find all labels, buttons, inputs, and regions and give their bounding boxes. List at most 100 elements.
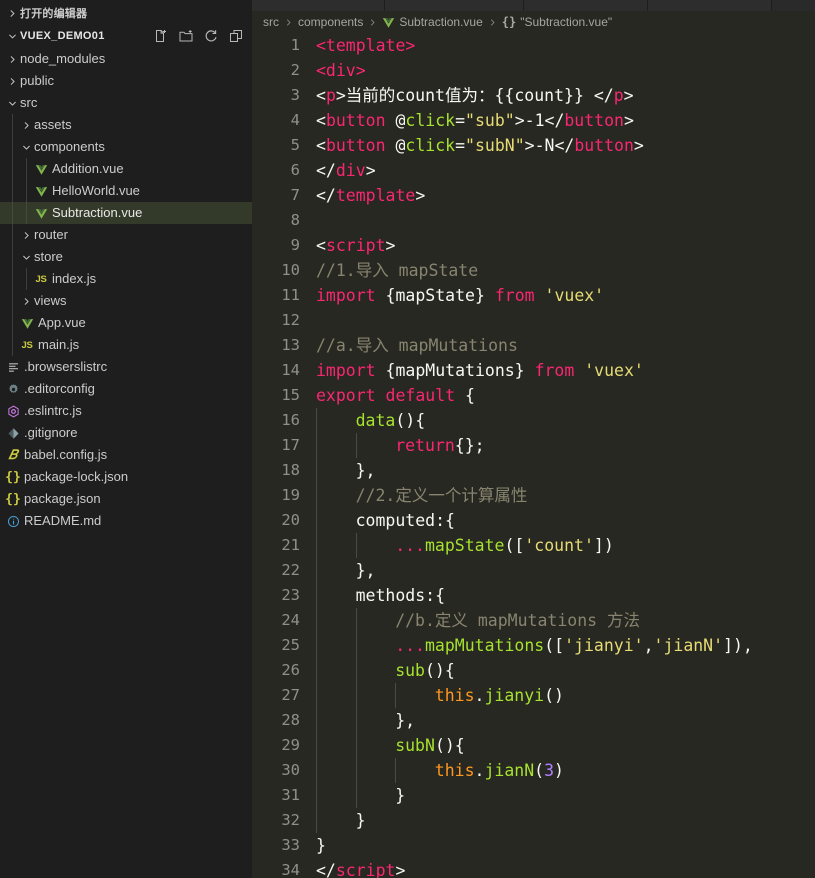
code-token: <div> [316, 61, 366, 80]
editor-tab[interactable] [772, 0, 815, 11]
lines-icon [4, 356, 22, 378]
code-line[interactable]: 32} [252, 808, 815, 833]
code-line[interactable]: 2 <div> [252, 58, 815, 83]
code-line[interactable]: 7 </template> [252, 183, 815, 208]
tree-file-subtraction-vue[interactable]: Subtraction.vue [0, 202, 252, 224]
chevron-down-icon[interactable] [18, 136, 34, 158]
tree-item-label: Addition.vue [52, 161, 124, 176]
tree-file-readme-md[interactable]: README.md [0, 510, 252, 532]
code-line[interactable]: 5 <button @click="subN">-N</button> [252, 133, 815, 158]
tree-file--eslintrc-js[interactable]: .eslintrc.js [0, 400, 252, 422]
code-line[interactable]: 33} [252, 833, 815, 858]
tree-file-package-json[interactable]: {} package.json [0, 488, 252, 510]
tree-folder-public[interactable]: public [0, 70, 252, 92]
code-line[interactable]: 4 <button @click="sub">-1</button> [252, 108, 815, 133]
editor-tab[interactable] [385, 0, 524, 11]
code-line[interactable]: 3 <p>当前的count值为：{{count}} </p> [252, 83, 815, 108]
chevron-right-icon[interactable] [18, 224, 34, 246]
breadcrumb-item-label: src [263, 15, 279, 29]
code-line[interactable]: 28}, [252, 708, 815, 733]
code-line[interactable]: 21 ...mapState(['count']) [252, 533, 815, 558]
code-line[interactable]: 19 //2.定义一个计算属性 [252, 483, 815, 508]
code-line[interactable]: 15 export default { [252, 383, 815, 408]
code-line-text: ...mapMutations(['jianyi','jianN']), [395, 633, 753, 658]
code-line[interactable]: 16 data(){ [252, 408, 815, 433]
code-line[interactable]: 31} [252, 783, 815, 808]
tree-file--editorconfig[interactable]: .editorconfig [0, 378, 252, 400]
tree-folder-components[interactable]: components [0, 136, 252, 158]
code-line[interactable]: 10 //1.导入 mapState [252, 258, 815, 283]
tree-file--gitignore[interactable]: .gitignore [0, 422, 252, 444]
code-editor-content[interactable]: 1 <template> 2 <div> 3 <p>当前的count值为：{{count}… [252, 33, 815, 878]
collapse-all-icon[interactable] [228, 28, 244, 44]
code-line[interactable]: 1 <template> [252, 33, 815, 58]
code-line[interactable]: 20 computed:{ [252, 508, 815, 533]
tree-file-babel-config-js[interactable]: 𝐵babel.config.js [0, 444, 252, 466]
chevron-right-icon[interactable] [4, 48, 20, 70]
chevron-right-icon[interactable] [18, 114, 34, 136]
code-line[interactable]: 13 //a.导入 mapMutations [252, 333, 815, 358]
code-line[interactable]: 18}, [252, 458, 815, 483]
code-token: //2.定义一个计算属性 [355, 486, 528, 505]
code-line[interactable]: 8 [252, 208, 815, 233]
tree-folder-assets[interactable]: assets [0, 114, 252, 136]
new-folder-icon[interactable] [178, 28, 194, 44]
tree-folder-router[interactable]: router [0, 224, 252, 246]
tree-folder-store[interactable]: store [0, 246, 252, 268]
breadcrumb-item-2[interactable]: Subtraction.vue [382, 15, 483, 29]
open-editors-section-header[interactable]: 打开的编辑器 [0, 2, 252, 24]
editor-tab[interactable] [252, 0, 385, 11]
editor-tab[interactable] [524, 0, 648, 11]
code-line[interactable]: 34 </script> [252, 858, 815, 878]
code-line[interactable]: 11 import {mapState} from 'vuex' [252, 283, 815, 308]
code-line[interactable]: 27 this.jianyi() [252, 683, 815, 708]
code-line[interactable]: 29 subN(){ [252, 733, 815, 758]
chevron-down-icon[interactable] [4, 92, 20, 114]
tree-file-package-lock-json[interactable]: {} package-lock.json [0, 466, 252, 488]
chevron-right-icon[interactable] [18, 290, 34, 312]
code-line[interactable]: 22}, [252, 558, 815, 583]
code-line[interactable]: 9 <script> [252, 233, 815, 258]
code-line[interactable]: 12 [252, 308, 815, 333]
code-line[interactable]: 23 methods:{ [252, 583, 815, 608]
new-file-icon[interactable] [153, 28, 169, 44]
breadcrumb-item-0[interactable]: src [263, 15, 279, 29]
code-line[interactable]: 30 this.jianN(3) [252, 758, 815, 783]
refresh-icon[interactable] [203, 28, 219, 44]
editor-tab[interactable] [648, 0, 772, 11]
code-line[interactable]: 6 </div> [252, 158, 815, 183]
chevron-right-icon[interactable] [4, 70, 20, 92]
tree-file-addition-vue[interactable]: Addition.vue [0, 158, 252, 180]
tree-file-helloworld-vue[interactable]: HelloWorld.vue [0, 180, 252, 202]
vue-icon [32, 158, 50, 180]
tree-folder-views[interactable]: views [0, 290, 252, 312]
line-number: 14 [281, 361, 300, 379]
code-line[interactable]: 24 //b.定义 mapMutations 方法 [252, 608, 815, 633]
code-line[interactable]: 25 ...mapMutations(['jianyi','jianN']), [252, 633, 815, 658]
tree-folder-node-modules[interactable]: node_modules [0, 48, 252, 70]
code-token: script [335, 861, 396, 878]
breadcrumb-item-1[interactable]: components [298, 15, 363, 29]
code-line-text: return{}; [395, 433, 484, 458]
line-number: 4 [290, 111, 300, 129]
breadcrumb-separator-icon [284, 18, 293, 27]
code-token: >-1</ [514, 111, 565, 130]
tree-file-index-js[interactable]: JS index.js [0, 268, 252, 290]
code-line[interactable]: 17 return{}; [252, 433, 815, 458]
code-token: @ [385, 136, 406, 155]
code-line[interactable]: 26 sub(){ [252, 658, 815, 683]
tree-indent-guide [26, 268, 27, 290]
tree-folder-src[interactable]: src [0, 92, 252, 114]
explorer-actions [153, 24, 244, 48]
chevron-down-icon[interactable] [18, 246, 34, 268]
code-token: ... [395, 536, 425, 555]
tree-file-main-js[interactable]: JS main.js [0, 334, 252, 356]
line-number: 24 [281, 611, 300, 629]
editor-tab-strip[interactable] [252, 0, 815, 11]
breadcrumb-item-3[interactable]: {} "Subtraction.vue" [502, 15, 612, 29]
tree-file--browserslistrc[interactable]: .browserslistrc [0, 356, 252, 378]
project-root-row[interactable]: VUEX_DEMO01 [0, 24, 252, 48]
tree-file-app-vue[interactable]: App.vue [0, 312, 252, 334]
code-line[interactable]: 14 import {mapMutations} from 'vuex' [252, 358, 815, 383]
code-indent-guide [355, 433, 357, 458]
